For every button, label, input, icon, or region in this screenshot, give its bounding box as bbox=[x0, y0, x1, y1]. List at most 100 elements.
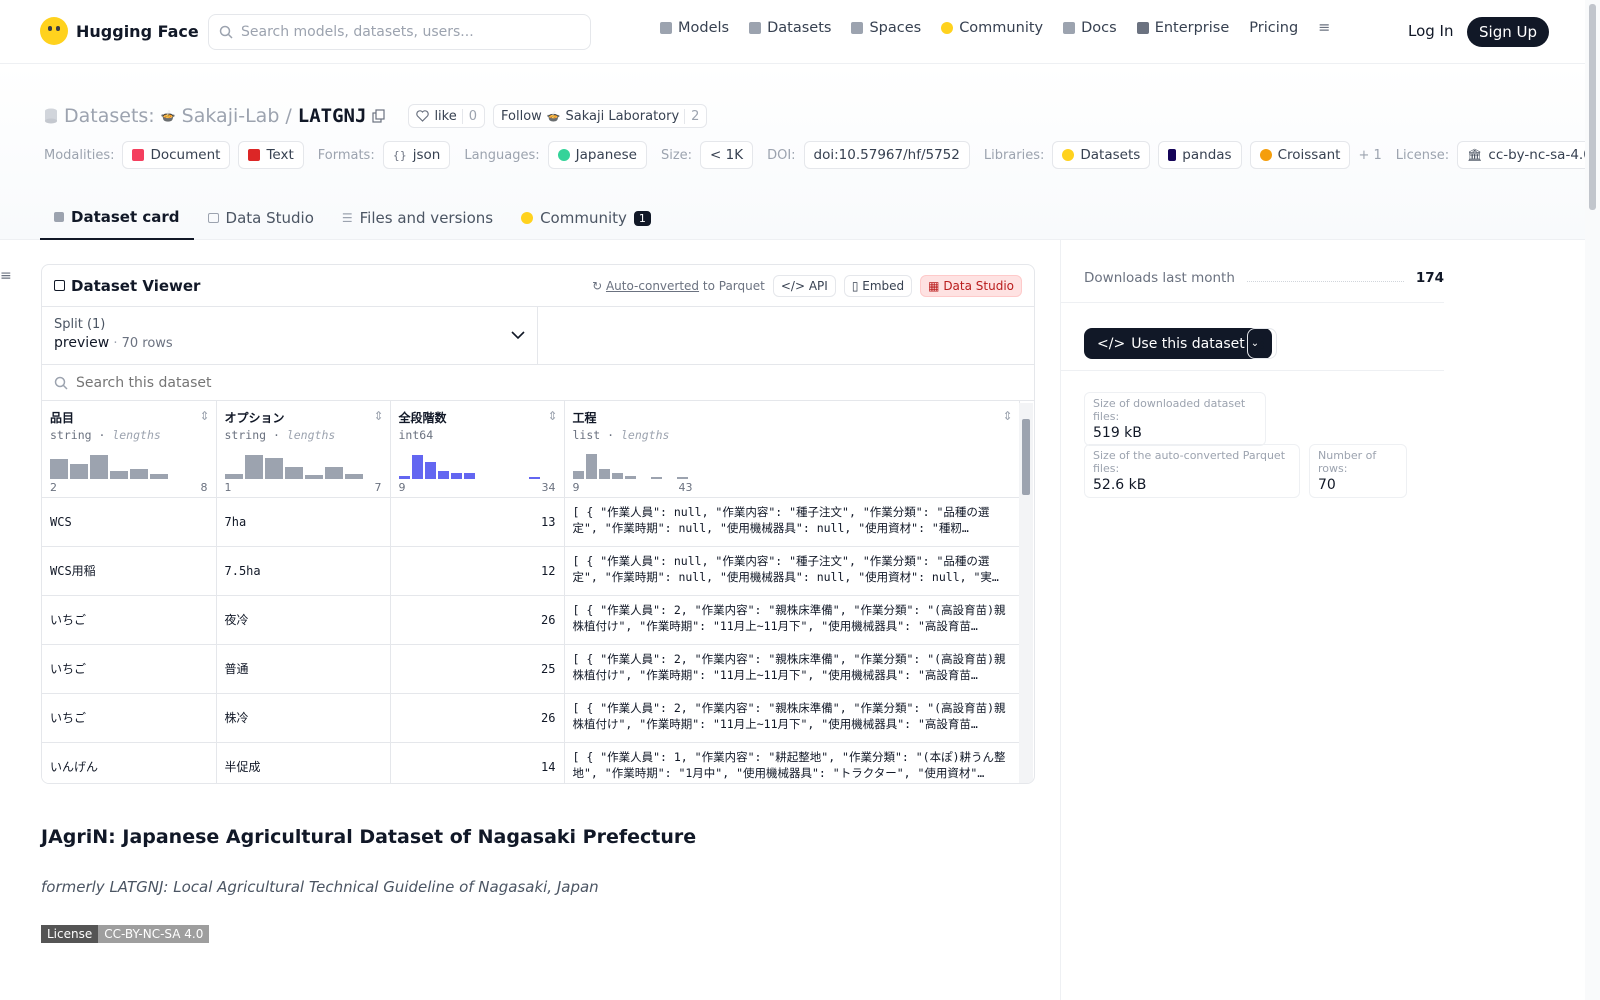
tab-data-studio[interactable]: Data Studio bbox=[194, 196, 328, 240]
histogram-bar[interactable] bbox=[463, 473, 475, 479]
histogram-bar[interactable] bbox=[424, 461, 436, 479]
login-link[interactable]: Log In bbox=[1408, 22, 1454, 40]
like-button[interactable]: like 0 bbox=[408, 104, 486, 128]
nav-spaces[interactable]: Spaces bbox=[851, 20, 921, 36]
histogram-bar[interactable] bbox=[585, 453, 597, 479]
table-cell[interactable]: いんげん bbox=[42, 742, 217, 783]
library-croissant[interactable]: Croissant bbox=[1249, 141, 1351, 169]
nav-community[interactable]: Community bbox=[941, 20, 1043, 36]
column-histogram[interactable] bbox=[398, 449, 540, 479]
sort-icon[interactable]: ⇕ bbox=[547, 409, 557, 423]
embed-button[interactable]: ▯ Embed bbox=[843, 274, 913, 297]
page-scrollbar-thumb[interactable] bbox=[1589, 4, 1596, 210]
histogram-bar[interactable] bbox=[650, 476, 662, 479]
table-cell[interactable]: 7ha bbox=[216, 497, 391, 547]
histogram-bar[interactable] bbox=[344, 473, 363, 479]
tab-community[interactable]: Community 1 bbox=[507, 196, 665, 240]
sort-icon[interactable]: ⇕ bbox=[199, 409, 209, 423]
doi-tag[interactable]: doi:10.57967/hf/5752 bbox=[803, 141, 970, 169]
column-header[interactable]: 全段階数 ⇕ int64 9 34 bbox=[390, 401, 565, 498]
signup-button[interactable]: Sign Up bbox=[1467, 17, 1549, 47]
nav-models[interactable]: Models bbox=[660, 20, 729, 36]
histogram-bar[interactable] bbox=[110, 470, 128, 479]
column-histogram[interactable] bbox=[572, 449, 688, 479]
histogram-bar[interactable] bbox=[150, 473, 168, 479]
brand-logo[interactable]: Hugging Face bbox=[40, 17, 199, 45]
histogram-bar[interactable] bbox=[264, 457, 283, 479]
dataset-name[interactable]: LATGNJ bbox=[298, 105, 367, 127]
column-header[interactable]: 品目 ⇕ string · lengths 2 8 bbox=[42, 401, 217, 498]
histogram-bar[interactable] bbox=[624, 475, 636, 479]
table-cell[interactable]: WCS bbox=[42, 497, 217, 547]
histogram-bar[interactable] bbox=[528, 476, 540, 479]
license-tag[interactable]: 🏛 cc-by-nc-sa-4.0 bbox=[1457, 141, 1600, 169]
table-cell[interactable]: 7.5ha bbox=[216, 546, 391, 596]
global-search[interactable] bbox=[208, 14, 591, 50]
table-row[interactable]: いちご 株冷 26[ { "作業人員": 2, "作業内容": "親株床準備", "… bbox=[42, 693, 1020, 743]
viewer-search-input[interactable] bbox=[76, 374, 676, 391]
column-header[interactable]: 工程 ⇕ list · lengths 9 43 bbox=[564, 401, 1020, 498]
library-pandas[interactable]: pandas bbox=[1158, 141, 1242, 169]
table-cell[interactable]: 26 bbox=[390, 595, 565, 645]
histogram-bar[interactable] bbox=[450, 473, 462, 479]
histogram-bar[interactable] bbox=[598, 469, 610, 479]
size-tag[interactable]: < 1K bbox=[700, 141, 754, 169]
histogram-bar[interactable] bbox=[130, 468, 148, 479]
data-studio-button[interactable]: ▦ Data Studio bbox=[920, 274, 1022, 297]
histogram-bar[interactable] bbox=[90, 455, 108, 479]
table-cell[interactable]: 25 bbox=[390, 644, 565, 694]
format-json[interactable]: {} json bbox=[382, 141, 451, 169]
histogram-bar[interactable] bbox=[398, 475, 410, 479]
table-row[interactable]: いちご 夜冷 26[ { "作業人員": 2, "作業内容": "親株床準備", "… bbox=[42, 595, 1020, 645]
libraries-more[interactable]: + 1 bbox=[1358, 148, 1381, 163]
table-cell[interactable]: 夜冷 bbox=[216, 595, 391, 645]
api-button[interactable]: </> API bbox=[772, 274, 836, 297]
follow-button[interactable]: Follow 🍲 Sakaji Laboratory 2 bbox=[493, 104, 708, 128]
histogram-bar[interactable] bbox=[224, 473, 243, 479]
table-cell[interactable]: [ { "作業人員": null, "作業内容": "種子注文", "作業分類"… bbox=[564, 546, 1020, 596]
page-scrollbar[interactable] bbox=[1585, 0, 1600, 1000]
tab-dataset-card[interactable]: Dataset card bbox=[40, 196, 194, 240]
table-cell[interactable]: 12 bbox=[390, 546, 565, 596]
table-scrollbar[interactable] bbox=[1019, 403, 1033, 783]
histogram-bar[interactable] bbox=[324, 466, 343, 479]
nav-enterprise[interactable]: Enterprise bbox=[1136, 20, 1229, 36]
sort-icon[interactable]: ⇕ bbox=[1002, 409, 1012, 423]
library-datasets[interactable]: Datasets bbox=[1052, 141, 1151, 169]
split-selector[interactable]: Split (1) preview · 70 rows bbox=[42, 307, 538, 364]
table-cell[interactable]: [ { "作業人員": 2, "作業内容": "親株床準備", "作業分類": … bbox=[564, 644, 1020, 694]
nav-docs[interactable]: Docs bbox=[1063, 20, 1117, 36]
table-cell[interactable]: 半促成 bbox=[216, 742, 391, 783]
global-search-input[interactable] bbox=[241, 24, 571, 40]
modality-text[interactable]: Text bbox=[238, 141, 304, 169]
histogram-bar[interactable] bbox=[676, 476, 688, 479]
table-cell[interactable]: [ { "作業人員": 2, "作業内容": "親株床準備", "作業分類": … bbox=[564, 595, 1020, 645]
auto-converted-link[interactable]: Auto-converted bbox=[606, 279, 699, 293]
sort-icon[interactable]: ⇕ bbox=[373, 409, 383, 423]
table-cell[interactable]: [ { "作業人員": 2, "作業内容": "親株床準備", "作業分類": … bbox=[564, 693, 1020, 743]
histogram-bar[interactable] bbox=[411, 455, 423, 479]
table-row[interactable]: WCS 7ha 13[ { "作業人員": null, "作業内容": "種子注文"… bbox=[42, 497, 1020, 547]
histogram-bar[interactable] bbox=[304, 474, 323, 479]
scrollbar-thumb[interactable] bbox=[1022, 419, 1030, 495]
table-cell[interactable]: 株冷 bbox=[216, 693, 391, 743]
more-options-button[interactable]: ⋮ bbox=[1247, 328, 1277, 359]
histogram-bar[interactable] bbox=[284, 466, 303, 479]
histogram-bar[interactable] bbox=[572, 471, 584, 479]
viewer-search[interactable] bbox=[42, 365, 1034, 401]
modality-document[interactable]: Document bbox=[122, 141, 231, 169]
table-cell[interactable]: [ { "作業人員": 1, "作業内容": "耕起整地", "作業分類": "… bbox=[564, 742, 1020, 783]
table-cell[interactable]: [ { "作業人員": null, "作業内容": "種子注文", "作業分類"… bbox=[564, 497, 1020, 547]
license-badge[interactable]: License CC-BY-NC-SA 4.0 bbox=[41, 925, 210, 943]
histogram-bar[interactable] bbox=[611, 473, 623, 479]
owner-link[interactable]: Sakaji-Lab bbox=[182, 105, 280, 127]
language-japanese[interactable]: Japanese bbox=[547, 141, 647, 169]
column-header[interactable]: オプション ⇕ string · lengths 1 7 bbox=[216, 401, 391, 498]
use-this-dataset-button[interactable]: </> Use this dataset ⌄ bbox=[1084, 328, 1273, 359]
table-cell[interactable]: WCS用稲 bbox=[42, 546, 217, 596]
table-row[interactable]: WCS用稲 7.5ha 12[ { "作業人員": null, "作業内容": "種… bbox=[42, 546, 1020, 596]
table-cell[interactable]: 普通 bbox=[216, 644, 391, 694]
table-cell[interactable]: いちご bbox=[42, 595, 217, 645]
table-row[interactable]: いんげん 半促成 14[ { "作業人員": 1, "作業内容": "耕起整地", … bbox=[42, 742, 1020, 783]
column-histogram[interactable] bbox=[50, 449, 168, 479]
